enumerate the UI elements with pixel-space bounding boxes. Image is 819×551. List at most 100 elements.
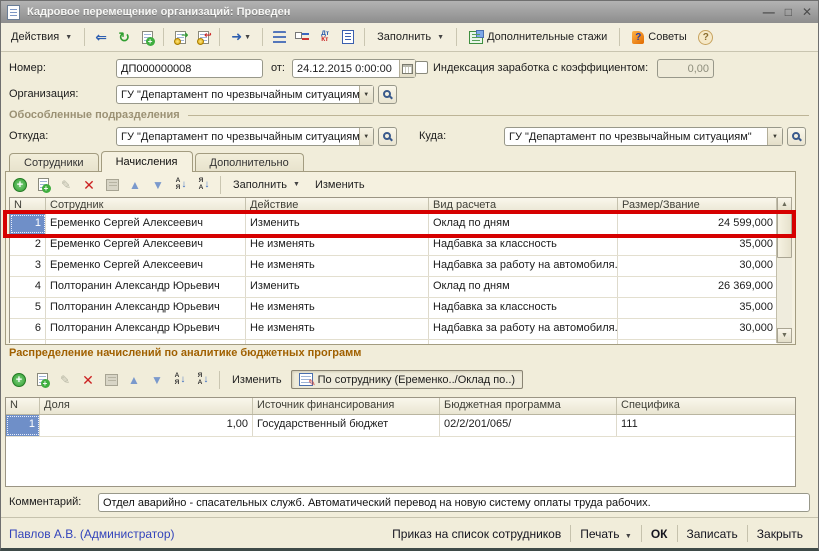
from-search-button[interactable] (378, 127, 397, 146)
maximize-icon[interactable]: □ (785, 5, 792, 19)
chevron-down-icon[interactable]: ▼ (767, 128, 782, 145)
sort-desc-button[interactable]: ЯА↓ (194, 175, 214, 195)
save-button[interactable]: Записать (680, 524, 745, 544)
accruals-scrollbar[interactable]: ▲ ▼ (776, 197, 792, 343)
accruals-toolbar: + + ✎ ✕ ▲ ▼ АЯ↓ ЯА↓ Заполнить▼ Изменить (6, 172, 795, 197)
delete-row-button[interactable]: ✕ (79, 175, 99, 195)
accruals-change-button[interactable]: Изменить (309, 176, 371, 194)
post-icon: ↻ (118, 29, 130, 46)
end-edit-icon (105, 374, 118, 386)
fill-button[interactable]: Заполнить▼ (371, 28, 450, 46)
stages-icon (469, 31, 483, 44)
delete-row-button[interactable]: ✕ (78, 370, 98, 390)
dtkt-button[interactable]: ДтКт (315, 27, 335, 47)
tips-button[interactable]: ? Советы (626, 28, 692, 47)
number-input[interactable] (116, 59, 263, 78)
structure-button[interactable] (269, 27, 289, 47)
add-row-button[interactable]: + (9, 370, 29, 390)
table-row[interactable]: 4 Полторанин Александр Юрьевич Изменить … (10, 277, 777, 298)
document-list-icon (342, 30, 354, 44)
organization-search-button[interactable] (378, 85, 397, 104)
table-row[interactable]: 5 Полторанин Александр Юрьевич Не изменя… (10, 298, 777, 319)
number-label: Номер: (9, 59, 46, 78)
footer-separator (747, 525, 748, 542)
date-input[interactable]: 24.12.2015 0:00:00 (292, 59, 416, 78)
write-button[interactable]: ⇐ (91, 27, 111, 47)
move-down-button[interactable]: ▼ (148, 175, 168, 195)
column-header[interactable]: Сотрудник (46, 198, 246, 213)
chevron-down-icon: ▼ (437, 34, 444, 41)
indexation-checkbox[interactable] (415, 61, 428, 74)
column-header[interactable]: N (6, 398, 40, 414)
table-row[interactable]: 3 Еременко Сергей Алексеевич Не изменять… (10, 256, 777, 277)
column-header[interactable]: Источник финансирования (253, 398, 440, 414)
end-edit-button (101, 370, 121, 390)
from-combo[interactable]: ГУ "Департамент по чрезвычайным ситуация… (116, 127, 374, 146)
post-movements-button[interactable]: ➜ (170, 27, 190, 47)
copy-button[interactable]: + (137, 27, 157, 47)
comment-label: Комментарий: (9, 493, 81, 512)
help-button[interactable]: ? (696, 27, 716, 47)
by-employee-toggle[interactable]: По сотруднику (Еременко../Оклад по..) (291, 370, 523, 389)
comment-input[interactable] (98, 493, 810, 512)
tab[interactable]: Начисления (101, 151, 193, 172)
distribution-toolbar: + + ✎ ✕ ▲ ▼ АЯ↓ ЯА↓ Изменить По сотрудни… (5, 367, 796, 392)
scrollbar-thumb[interactable] (777, 212, 792, 258)
table-row[interactable]: 1 1,00 Государственный бюджет 02/2/201/0… (6, 415, 795, 437)
toolbar-separator (364, 28, 365, 46)
close-icon[interactable]: ✕ (802, 5, 812, 19)
clear-movements-button[interactable]: ↩ (193, 27, 213, 47)
table-row[interactable]: 7 (10, 340, 777, 344)
document-list-button[interactable] (338, 27, 358, 47)
chevron-down-icon[interactable]: ▼ (359, 128, 373, 145)
go-to-button[interactable]: ➜▼ (226, 27, 256, 47)
move-up-button[interactable]: ▲ (125, 175, 145, 195)
scroll-down-icon[interactable]: ▼ (777, 328, 792, 343)
toolbar-separator (219, 28, 220, 46)
column-header[interactable]: Размер/Звание (618, 198, 777, 213)
tab[interactable]: Сотрудники (9, 153, 99, 172)
organization-combo[interactable]: ГУ "Департамент по чрезвычайным ситуация… (116, 85, 374, 104)
accruals-fill-button[interactable]: Заполнить▼ (227, 176, 306, 194)
distribution-change-button[interactable]: Изменить (226, 371, 288, 389)
edit-row-button[interactable]: ✎ (55, 370, 75, 390)
calendar-button[interactable] (399, 60, 415, 77)
table-row[interactable]: 6 Полторанин Александр Юрьевич Не изменя… (10, 319, 777, 340)
copy-row-button[interactable]: + (33, 175, 53, 195)
arrow-up-icon: ▲ (128, 373, 140, 387)
scroll-up-icon[interactable]: ▲ (777, 197, 792, 212)
close-button[interactable]: Закрыть (750, 524, 810, 544)
edit-row-button[interactable]: ✎ (56, 175, 76, 195)
accruals-table-body: 1 Еременко Сергей Алексеевич Изменить Ок… (10, 214, 777, 344)
print-button[interactable]: Печать ▼ (573, 524, 639, 544)
move-down-button[interactable]: ▼ (147, 370, 167, 390)
indexation-coefficient-input (657, 59, 714, 78)
post-button[interactable]: ↻ (114, 27, 134, 47)
list-icon (273, 31, 286, 44)
current-user-link[interactable]: Павлов А.В. (Администратор) (9, 527, 385, 541)
table-row[interactable]: 2 Еременко Сергей Алексеевич Не изменять… (10, 235, 777, 256)
column-header[interactable]: N (10, 198, 46, 213)
sort-asc-button[interactable]: АЯ↓ (171, 175, 191, 195)
ok-button[interactable]: ОК (644, 524, 675, 544)
column-header[interactable]: Действие (246, 198, 429, 213)
move-up-button[interactable]: ▲ (124, 370, 144, 390)
column-header[interactable]: Доля (40, 398, 253, 414)
copy-row-button[interactable]: + (32, 370, 52, 390)
to-search-button[interactable] (787, 127, 806, 146)
sort-desc-button[interactable]: ЯА↓ (193, 370, 213, 390)
table-row[interactable]: 1 Еременко Сергей Алексеевич Изменить Ок… (10, 214, 777, 235)
actions-button[interactable]: Действия▼ (5, 28, 78, 46)
minimize-icon[interactable]: — (763, 5, 775, 19)
add-row-button[interactable]: + (10, 175, 30, 195)
order-list-button[interactable]: Приказ на список сотрудников (385, 524, 568, 544)
chevron-down-icon[interactable]: ▼ (359, 86, 373, 103)
column-header[interactable]: Специфика (617, 398, 795, 414)
additional-stages-button[interactable]: Дополнительные стажи (463, 28, 613, 47)
settings-list-button[interactable] (292, 27, 312, 47)
tab[interactable]: Дополнительно (195, 153, 304, 172)
sort-asc-button[interactable]: АЯ↓ (170, 370, 190, 390)
to-combo[interactable]: ГУ "Департамент по чрезвычайным ситуация… (504, 127, 783, 146)
column-header[interactable]: Вид расчета (429, 198, 618, 213)
column-header[interactable]: Бюджетная программа (440, 398, 617, 414)
